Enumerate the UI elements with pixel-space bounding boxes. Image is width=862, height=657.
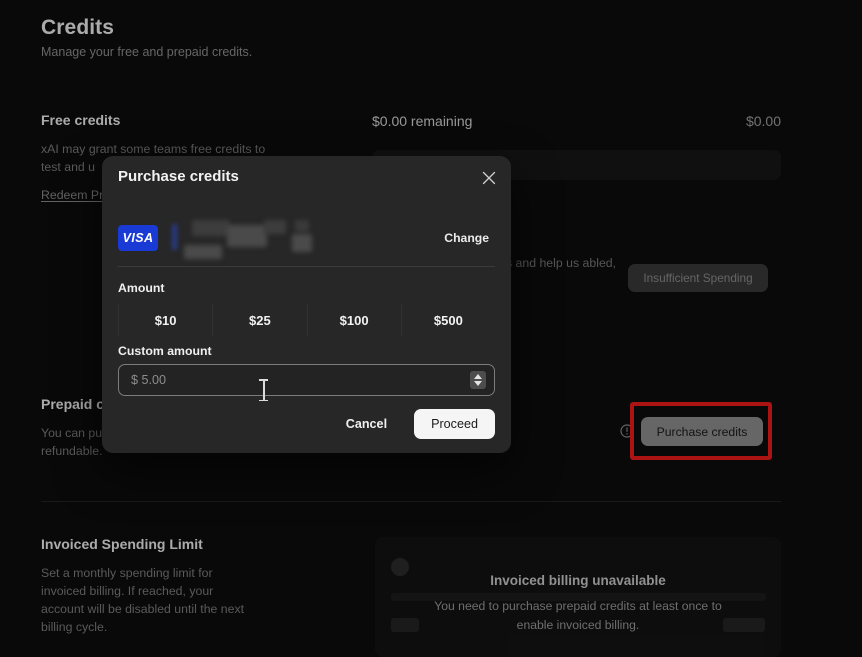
payment-separator — [118, 266, 495, 267]
change-payment-method-button[interactable]: Change — [438, 227, 495, 249]
amount-option-100[interactable]: $100 — [307, 304, 401, 336]
custom-amount-input[interactable] — [119, 365, 470, 395]
modal-footer: Cancel Proceed — [102, 395, 511, 453]
custom-amount-label: Custom amount — [118, 344, 212, 358]
amount-option-500[interactable]: $500 — [401, 304, 495, 336]
cancel-button[interactable]: Cancel — [329, 409, 404, 439]
amount-option-25[interactable]: $25 — [212, 304, 306, 336]
visa-label: VISA — [123, 231, 154, 245]
credits-page: Credits Manage your free and prepaid cre… — [0, 0, 862, 657]
payment-method-row: VISA Change — [118, 204, 495, 272]
proceed-button[interactable]: Proceed — [414, 409, 495, 439]
custom-amount-field[interactable] — [118, 364, 495, 396]
modal-title: Purchase credits — [118, 168, 239, 185]
purchase-credits-modal: Purchase credits VISA Change Amount $10 … — [102, 156, 511, 453]
visa-card-icon: VISA — [118, 225, 158, 251]
card-details-redacted — [172, 216, 372, 260]
amount-label: Amount — [118, 281, 164, 295]
stepper-down-icon[interactable] — [474, 381, 482, 386]
custom-amount-stepper[interactable] — [470, 371, 486, 389]
modal-header: Purchase credits — [102, 156, 511, 200]
amount-options-group: $10 $25 $100 $500 — [118, 304, 495, 336]
close-icon[interactable] — [479, 168, 499, 188]
stepper-up-icon[interactable] — [474, 374, 482, 379]
amount-option-10[interactable]: $10 — [118, 304, 212, 336]
